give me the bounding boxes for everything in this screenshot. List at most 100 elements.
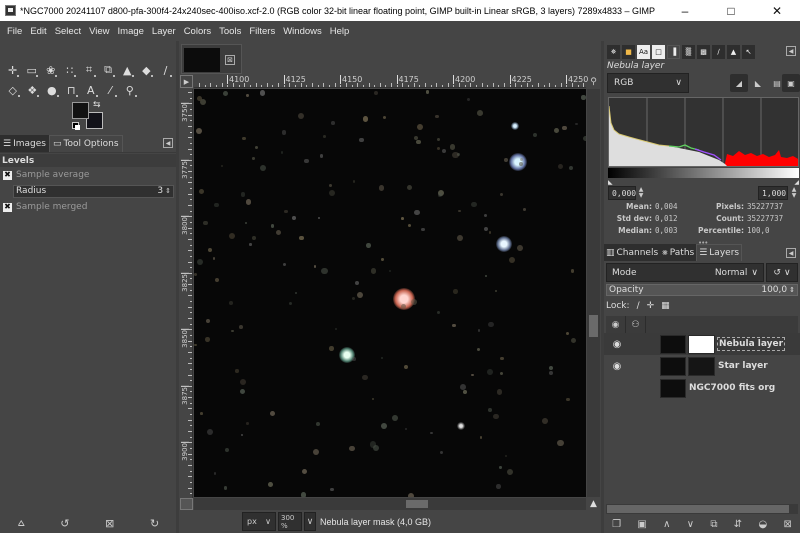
visibility-eye-icon[interactable]: ◉ — [604, 361, 630, 372]
layer-thumbnail[interactable] — [660, 356, 686, 376]
warp-transform-tool-icon[interactable]: ▲ — [118, 60, 137, 80]
spin-arrows-icon[interactable]: ⇕ — [165, 187, 171, 195]
menu-image[interactable]: Image — [114, 26, 148, 37]
zoom-input[interactable]: 300 % — [278, 512, 302, 531]
layers-scrollbar[interactable] — [606, 504, 798, 514]
zoom-dropdown-button[interactable]: ∨ — [304, 512, 316, 531]
text-tool-icon[interactable]: A — [81, 80, 101, 100]
spin-arrows-icon[interactable]: ⇕ — [789, 286, 795, 294]
add-mask-button[interactable]: ◒ — [758, 519, 767, 530]
image-canvas[interactable] — [194, 89, 586, 497]
layers-scrollbar-thumb[interactable] — [607, 505, 789, 513]
layer-thumbnail[interactable] — [660, 334, 686, 354]
close-image-icon[interactable]: ⊠ — [225, 55, 235, 65]
eraser-tool-icon[interactable]: ◇ — [3, 80, 23, 100]
histogram-luminance-mode-button[interactable]: ▣ — [782, 74, 800, 92]
range-max-spin[interactable]: ▲ ▼ — [790, 186, 798, 200]
composite-mode-select[interactable]: ↺ ∨ — [766, 263, 798, 282]
sample-average-checkbox[interactable]: ✖ — [3, 170, 12, 180]
default-colors-icon[interactable] — [72, 122, 80, 130]
range-min-spin[interactable]: ▲ ▼ — [637, 186, 645, 200]
zoom-tool-icon[interactable]: ⚲ — [120, 80, 140, 100]
menu-filters[interactable]: Filters — [245, 26, 279, 37]
image-menu-button[interactable]: ▶ — [180, 75, 193, 88]
color-picker-tool-icon[interactable]: ⁄ — [101, 80, 121, 100]
layer-mask-thumbnail[interactable] — [688, 356, 715, 376]
linear-histogram-button[interactable]: ◢ — [730, 74, 748, 92]
layer-name[interactable]: Star layer — [717, 360, 769, 372]
dock-menu-button[interactable]: ◀ — [163, 138, 173, 148]
tab-patterns-icon[interactable]: ▒ — [682, 44, 695, 59]
lock-alpha-icon[interactable]: ▦ — [661, 301, 670, 311]
delete-layer-button[interactable]: ⊠ — [783, 519, 791, 530]
menu-layer[interactable]: Layer — [148, 26, 180, 37]
swap-colors-icon[interactable]: ⇆ — [93, 100, 101, 110]
tab-layers[interactable]: ☰ Layers — [696, 244, 743, 261]
layer-row[interactable]: NGC7000 fits org — [604, 377, 800, 399]
tab-tool-options-icon[interactable]: ✵ — [607, 44, 620, 59]
layer-mode-select[interactable]: Mode Normal ∨ — [606, 263, 764, 282]
raise-layer-button[interactable]: ∧ — [663, 519, 670, 530]
unit-select[interactable]: px ∨ — [242, 512, 276, 531]
tab-histogram-icon[interactable]: ▐ — [667, 44, 680, 59]
paintbrush-tool-icon[interactable]: ∕ — [156, 60, 175, 80]
save-tool-preset-button[interactable]: ⩟ — [18, 516, 25, 530]
merge-layer-button[interactable]: ⇵ — [734, 519, 742, 530]
unified-transform-tool-icon[interactable]: ⧉ — [99, 60, 118, 80]
visibility-eye-icon[interactable]: ◉ — [604, 339, 630, 350]
menu-help[interactable]: Help — [326, 26, 354, 37]
sample-average-option[interactable]: ✖ Sample average — [0, 167, 177, 183]
opacity-spinner[interactable]: Opacity 100,0 ⇕ — [606, 284, 798, 296]
channel-select[interactable]: RGB ∨ — [607, 73, 689, 93]
radius-value[interactable]: 3 — [157, 186, 163, 196]
image-tab[interactable]: ⊠ — [181, 44, 242, 74]
menu-edit[interactable]: Edit — [26, 26, 50, 37]
sample-merged-checkbox[interactable]: ✖ — [3, 202, 12, 212]
quick-mask-toggle[interactable] — [180, 498, 193, 510]
rect-select-tool-icon[interactable]: ▭ — [22, 60, 41, 80]
duplicate-layer-button[interactable]: ⧉ — [710, 519, 717, 530]
new-layer-group-button[interactable]: ▣ — [637, 519, 646, 530]
menu-colors[interactable]: Colors — [180, 26, 215, 37]
layer-thumbnail[interactable] — [660, 378, 686, 398]
tab-images[interactable]: ☰ Images — [0, 135, 49, 152]
menu-view[interactable]: View — [85, 26, 113, 37]
maximize-button[interactable]: □ — [708, 0, 754, 21]
tab-fonts-icon[interactable]: Aa — [637, 44, 650, 59]
lock-position-icon[interactable]: ✛ — [647, 301, 655, 311]
minimize-button[interactable]: – — [662, 0, 708, 21]
layer-row[interactable]: ◉ Nebula layer — [604, 333, 800, 355]
navigate-icon[interactable]: ▲ — [587, 498, 600, 510]
range-max-handle[interactable]: ◢ — [794, 179, 799, 186]
tab-document-icon[interactable]: □ — [652, 44, 665, 59]
tab-dynamics-icon[interactable]: ▲ — [727, 44, 740, 59]
tab-channels[interactable]: ▥ Channels — [604, 244, 661, 261]
vertical-scrollbar-thumb[interactable] — [589, 315, 598, 337]
delete-tool-preset-button[interactable]: ⊠ — [105, 517, 114, 530]
smudge-tool-icon[interactable]: ● — [42, 80, 62, 100]
menu-file[interactable]: File — [3, 26, 26, 37]
range-sliders[interactable]: ◣ ◢ — [608, 179, 799, 186]
tab-colors-icon[interactable]: ■ — [622, 44, 635, 59]
layer-mask-thumbnail[interactable] — [688, 334, 715, 354]
zoom-image-when-window-resized-icon[interactable]: ⚲ — [587, 75, 600, 88]
heal-tool-icon[interactable]: ❖ — [23, 80, 43, 100]
close-button[interactable]: ✕ — [754, 0, 800, 21]
histogram-view[interactable] — [608, 97, 799, 167]
crop-tool-icon[interactable]: ⌗ — [79, 60, 98, 80]
horizontal-scrollbar-thumb[interactable] — [406, 500, 428, 508]
fuzzy-select-tool-icon[interactable]: ∷ — [60, 60, 79, 80]
radius-spinner[interactable]: Radius 3 ⇕ — [13, 184, 174, 198]
range-max-input[interactable]: 1,000 — [758, 186, 788, 200]
lower-layer-button[interactable]: ∨ — [687, 519, 694, 530]
tab-pointer-icon[interactable]: ↖ — [742, 44, 755, 59]
sample-merged-option[interactable]: ✖ Sample merged — [0, 199, 177, 215]
bucket-fill-tool-icon[interactable]: ◆ — [137, 60, 156, 80]
log-histogram-button[interactable]: ◣ — [749, 74, 767, 92]
range-min-input[interactable]: 0,000 — [608, 186, 636, 200]
vertical-scrollbar[interactable] — [587, 89, 600, 497]
tab-brushes-icon[interactable]: ∕ — [712, 44, 725, 59]
dock-menu-button[interactable]: ◀ — [786, 46, 796, 56]
menu-tools[interactable]: Tools — [215, 26, 245, 37]
new-layer-button[interactable]: ❐ — [612, 519, 621, 530]
